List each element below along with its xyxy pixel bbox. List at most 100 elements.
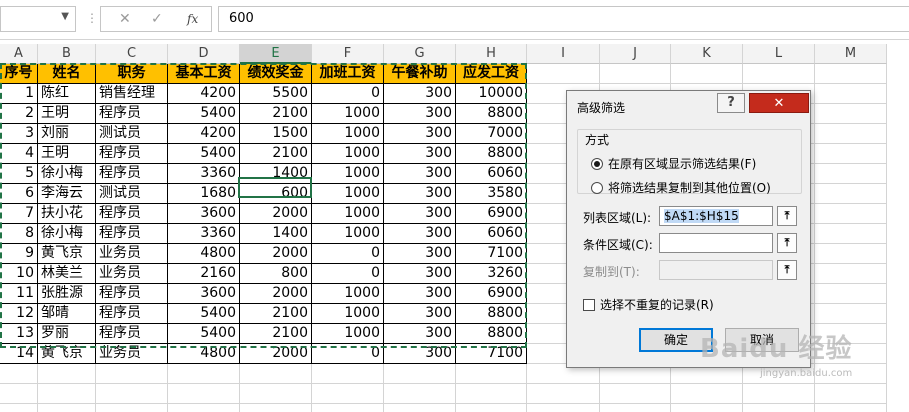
- table-header-cell[interactable]: 职务: [96, 64, 168, 84]
- table-cell[interactable]: 10000: [456, 84, 527, 104]
- table-cell[interactable]: 王明: [38, 144, 96, 164]
- table-cell[interactable]: 1680: [168, 184, 240, 204]
- empty-cell[interactable]: [312, 384, 384, 404]
- table-cell[interactable]: 罗丽: [38, 324, 96, 344]
- table-cell[interactable]: 1000: [312, 304, 384, 324]
- table-cell[interactable]: 张胜源: [38, 284, 96, 304]
- help-button[interactable]: ?: [717, 93, 745, 113]
- table-cell[interactable]: 1500: [240, 124, 312, 144]
- radio-button-selected-icon[interactable]: [591, 158, 603, 170]
- table-cell[interactable]: 8800: [456, 304, 527, 324]
- table-cell[interactable]: 2100: [240, 104, 312, 124]
- empty-cell[interactable]: [168, 384, 240, 404]
- column-header-c[interactable]: C: [96, 44, 168, 64]
- column-header-i[interactable]: I: [527, 44, 600, 64]
- table-cell[interactable]: 陈红: [38, 84, 96, 104]
- empty-cell[interactable]: [240, 384, 312, 404]
- empty-cell[interactable]: [815, 144, 887, 164]
- table-cell[interactable]: 2000: [240, 244, 312, 264]
- empty-cell[interactable]: [815, 244, 887, 264]
- empty-cell[interactable]: [527, 64, 600, 84]
- column-header-d[interactable]: D: [168, 44, 240, 64]
- table-cell[interactable]: 300: [384, 264, 456, 284]
- table-cell[interactable]: 0: [312, 84, 384, 104]
- table-cell[interactable]: 7100: [456, 344, 527, 364]
- table-cell[interactable]: 程序员: [96, 164, 168, 184]
- empty-cell[interactable]: [456, 364, 527, 384]
- column-header-j[interactable]: J: [600, 44, 671, 64]
- table-cell[interactable]: 8800: [456, 104, 527, 124]
- empty-cell[interactable]: [96, 384, 168, 404]
- table-cell[interactable]: 4: [0, 144, 38, 164]
- table-header-cell[interactable]: 基本工资: [168, 64, 240, 84]
- table-cell[interactable]: 1000: [312, 324, 384, 344]
- empty-cell[interactable]: [384, 384, 456, 404]
- column-header-h[interactable]: H: [456, 44, 527, 64]
- table-cell[interactable]: 300: [384, 164, 456, 184]
- empty-cell[interactable]: [815, 124, 887, 144]
- column-header-a[interactable]: A: [0, 44, 38, 64]
- table-header-cell[interactable]: 午餐补助: [384, 64, 456, 84]
- empty-cell[interactable]: [743, 384, 815, 404]
- empty-cell[interactable]: [815, 284, 887, 304]
- empty-cell[interactable]: [743, 404, 815, 412]
- table-cell[interactable]: 11: [0, 284, 38, 304]
- table-cell[interactable]: 5400: [168, 104, 240, 124]
- empty-cell[interactable]: [312, 404, 384, 412]
- table-cell[interactable]: 5500: [240, 84, 312, 104]
- formula-input[interactable]: 600: [218, 6, 909, 32]
- column-header-e[interactable]: E: [240, 44, 312, 64]
- chevron-down-icon[interactable]: ▼: [61, 11, 69, 22]
- table-cell[interactable]: 1400: [240, 224, 312, 244]
- empty-cell[interactable]: [456, 404, 527, 412]
- empty-cell[interactable]: [38, 404, 96, 412]
- empty-cell[interactable]: [815, 264, 887, 284]
- criteria-range-input[interactable]: [659, 233, 773, 253]
- table-cell[interactable]: 0: [312, 244, 384, 264]
- name-box[interactable]: ▼: [0, 6, 76, 32]
- table-cell[interactable]: 林美兰: [38, 264, 96, 284]
- checkbox-icon[interactable]: [583, 299, 595, 311]
- empty-cell[interactable]: [0, 404, 38, 412]
- table-cell[interactable]: 李海云: [38, 184, 96, 204]
- table-cell[interactable]: 8: [0, 224, 38, 244]
- column-header-g[interactable]: G: [384, 44, 456, 64]
- empty-cell[interactable]: [815, 164, 887, 184]
- table-cell[interactable]: 业务员: [96, 264, 168, 284]
- table-header-cell[interactable]: 姓名: [38, 64, 96, 84]
- empty-cell[interactable]: [671, 384, 743, 404]
- table-cell[interactable]: 2160: [168, 264, 240, 284]
- table-cell[interactable]: 3360: [168, 164, 240, 184]
- column-header-m[interactable]: M: [815, 44, 887, 64]
- table-header-cell[interactable]: 序号: [0, 64, 38, 84]
- table-cell[interactable]: 业务员: [96, 344, 168, 364]
- table-cell[interactable]: 程序员: [96, 144, 168, 164]
- empty-cell[interactable]: [38, 364, 96, 384]
- table-cell[interactable]: 0: [312, 344, 384, 364]
- empty-cell[interactable]: [600, 384, 671, 404]
- table-cell[interactable]: 程序员: [96, 204, 168, 224]
- table-cell[interactable]: 14: [0, 344, 38, 364]
- radio-in-place[interactable]: 在原有区域显示筛选结果(F): [591, 155, 756, 172]
- table-cell[interactable]: 9: [0, 244, 38, 264]
- table-cell[interactable]: 13: [0, 324, 38, 344]
- table-cell[interactable]: 5: [0, 164, 38, 184]
- table-cell[interactable]: 程序员: [96, 284, 168, 304]
- table-cell[interactable]: 程序员: [96, 104, 168, 124]
- table-header-cell[interactable]: 应发工资: [456, 64, 527, 84]
- radio-copy-to[interactable]: 将筛选结果复制到其他位置(O): [591, 179, 771, 196]
- table-cell[interactable]: 800: [240, 264, 312, 284]
- empty-cell[interactable]: [743, 64, 815, 84]
- table-cell[interactable]: 徐小梅: [38, 224, 96, 244]
- table-cell[interactable]: 300: [384, 184, 456, 204]
- table-cell[interactable]: 1000: [312, 104, 384, 124]
- empty-cell[interactable]: [168, 404, 240, 412]
- empty-cell[interactable]: [0, 384, 38, 404]
- empty-cell[interactable]: [815, 404, 887, 412]
- table-cell[interactable]: 5400: [168, 324, 240, 344]
- empty-cell[interactable]: [96, 404, 168, 412]
- table-cell[interactable]: 1000: [312, 164, 384, 184]
- empty-cell[interactable]: [815, 184, 887, 204]
- empty-cell[interactable]: [384, 404, 456, 412]
- table-cell[interactable]: 3600: [168, 204, 240, 224]
